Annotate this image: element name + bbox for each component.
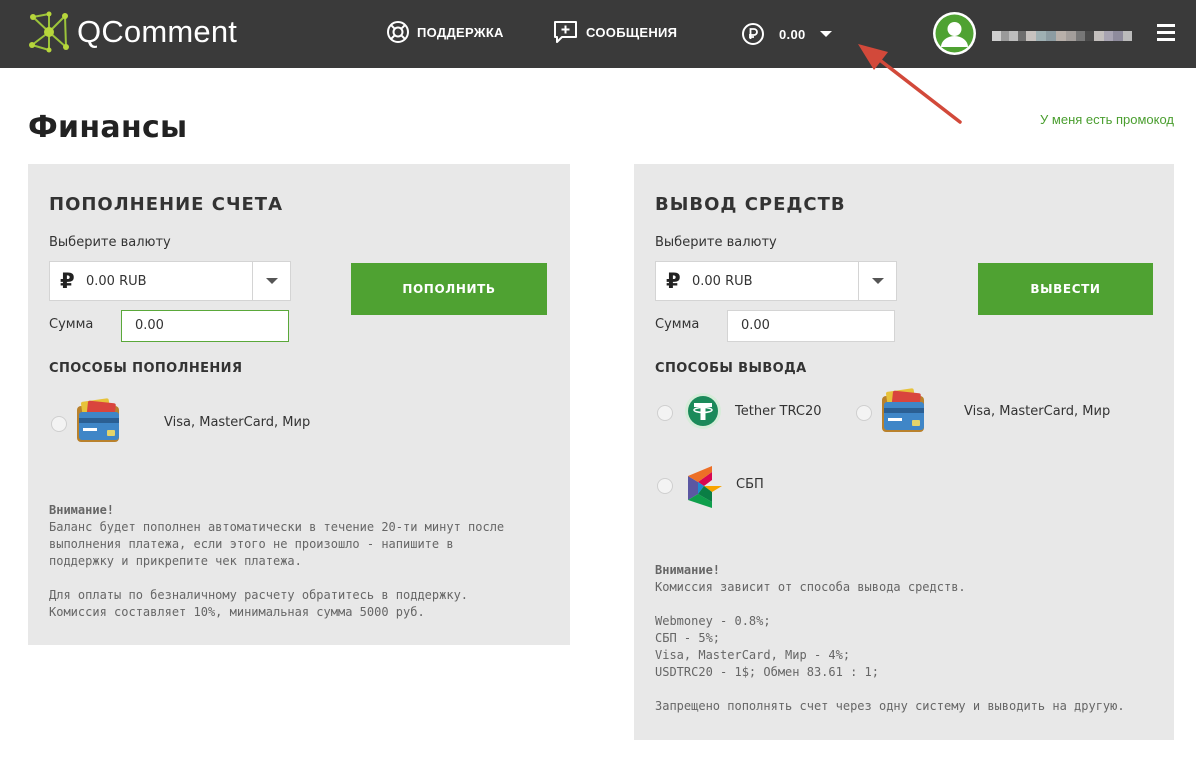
chevron-down-icon (819, 31, 832, 37)
deposit-panel: ПОПОЛНЕНИЕ СЧЕТА Выберите валюту ₽ 0.00 … (28, 164, 570, 645)
annotation-arrow-icon (858, 44, 962, 124)
withdraw-method-radio-cards[interactable] (856, 405, 872, 421)
deposit-note2-line: Комиссия составляет 10%, минимальная сум… (49, 605, 425, 619)
withdraw-method-label-cards: Visa, MasterCard, Мир (964, 404, 1111, 419)
withdraw-currency-label: Выберите валюту (655, 235, 777, 250)
ruble-coin-icon (742, 23, 764, 45)
withdraw-fee-line: Visa, MasterCard, Мир - 4%; (655, 648, 851, 662)
withdraw-note: Внимание! Комиссия зависит от способа вы… (655, 562, 1125, 715)
page-title: Финансы (28, 110, 188, 145)
balance-dropdown[interactable]: 0.00 (741, 22, 832, 46)
deposit-title: ПОПОЛНЕНИЕ СЧЕТА (49, 194, 283, 215)
withdraw-method-radio-sbp[interactable] (657, 478, 673, 494)
withdraw-fee-line: СБП - 5%; (655, 631, 721, 645)
network-logo-icon (29, 11, 69, 53)
withdraw-currency-select[interactable]: ₽ 0.00 RUB (655, 261, 897, 301)
sbp-icon (688, 466, 722, 508)
nav-messages-label: СООБЩЕНИЯ (586, 24, 678, 40)
withdraw-fee-line: Webmoney - 0.8%; (655, 614, 771, 628)
message-add-icon (554, 21, 577, 43)
deposit-note-line: Баланс будет пополнен автоматически в те… (49, 520, 505, 534)
ruble-icon: ₽ (60, 269, 75, 293)
withdraw-method-label-tether: Tether TRC20 (735, 404, 822, 419)
balance-amount: 0.00 (779, 26, 806, 42)
deposit-button[interactable]: ПОПОЛНИТЬ (351, 263, 547, 315)
withdraw-button[interactable]: ВЫВЕСТИ (978, 263, 1153, 315)
top-navigation-bar: QComment ПОДДЕРЖКА СООБЩЕНИЯ 0.00 (0, 0, 1196, 68)
deposit-note-line: поддержку и прикрепите чек платежа. (49, 554, 302, 568)
card-wallet-icon (77, 398, 119, 442)
nav-messages[interactable]: СООБЩЕНИЯ (553, 20, 677, 44)
card-wallet-icon (882, 388, 924, 432)
nav-support-label: ПОДДЕРЖКА (417, 24, 504, 40)
deposit-method-radio[interactable] (51, 416, 67, 432)
nav-support[interactable]: ПОДДЕРЖКА (386, 20, 504, 44)
withdraw-method-radio-tether[interactable] (657, 405, 673, 421)
chevron-down-icon[interactable] (858, 262, 896, 300)
promo-code-link[interactable]: У меня есть промокод (1040, 112, 1174, 127)
chevron-down-icon[interactable] (252, 262, 290, 300)
deposit-note-title: Внимание! (49, 503, 115, 517)
username-blurred (992, 31, 1142, 41)
withdraw-methods-title: СПОСОБЫ ВЫВОДА (655, 361, 807, 376)
withdraw-amount-label: Сумма (655, 317, 700, 332)
deposit-method-label: Visa, MasterCard, Мир (164, 415, 311, 430)
deposit-amount-label: Сумма (49, 317, 94, 332)
withdraw-note-title: Внимание! (655, 563, 721, 577)
deposit-currency-label: Выберите валюту (49, 235, 171, 250)
withdraw-note-line: Комиссия зависит от способа вывода средс… (655, 580, 966, 594)
deposit-note: Внимание! Баланс будет пополнен автомати… (49, 502, 504, 621)
tether-icon (685, 393, 721, 429)
withdraw-amount-input[interactable]: 0.00 (727, 310, 895, 342)
withdraw-currency-value: 0.00 RUB (692, 273, 753, 289)
withdraw-panel: ВЫВОД СРЕДСТВ Выберите валюту ₽ 0.00 RUB… (634, 164, 1174, 740)
deposit-currency-value: 0.00 RUB (86, 273, 147, 289)
withdraw-fee-line: USDTRC20 - 1$; Обмен 83.61 : 1; (655, 665, 879, 679)
deposit-note2-line: Для оплаты по безналичному расчету обрат… (49, 588, 469, 602)
logo-text: QComment (77, 14, 238, 49)
withdraw-method-label-sbp: СБП (736, 477, 764, 492)
site-logo[interactable]: QComment (27, 11, 237, 53)
deposit-note-line: выполнения платежа, если этого не произо… (49, 537, 454, 551)
deposit-amount-input[interactable]: 0.00 (121, 310, 289, 342)
withdraw-title: ВЫВОД СРЕДСТВ (655, 194, 846, 215)
withdraw-note-footer: Запрещено пополнять счет через одну сист… (655, 699, 1125, 713)
deposit-currency-select[interactable]: ₽ 0.00 RUB (49, 261, 291, 301)
lifebuoy-icon (387, 21, 409, 43)
hamburger-menu-icon[interactable] (1157, 24, 1175, 45)
deposit-methods-title: СПОСОБЫ ПОПОЛНЕНИЯ (49, 361, 243, 376)
ruble-icon: ₽ (666, 269, 681, 293)
